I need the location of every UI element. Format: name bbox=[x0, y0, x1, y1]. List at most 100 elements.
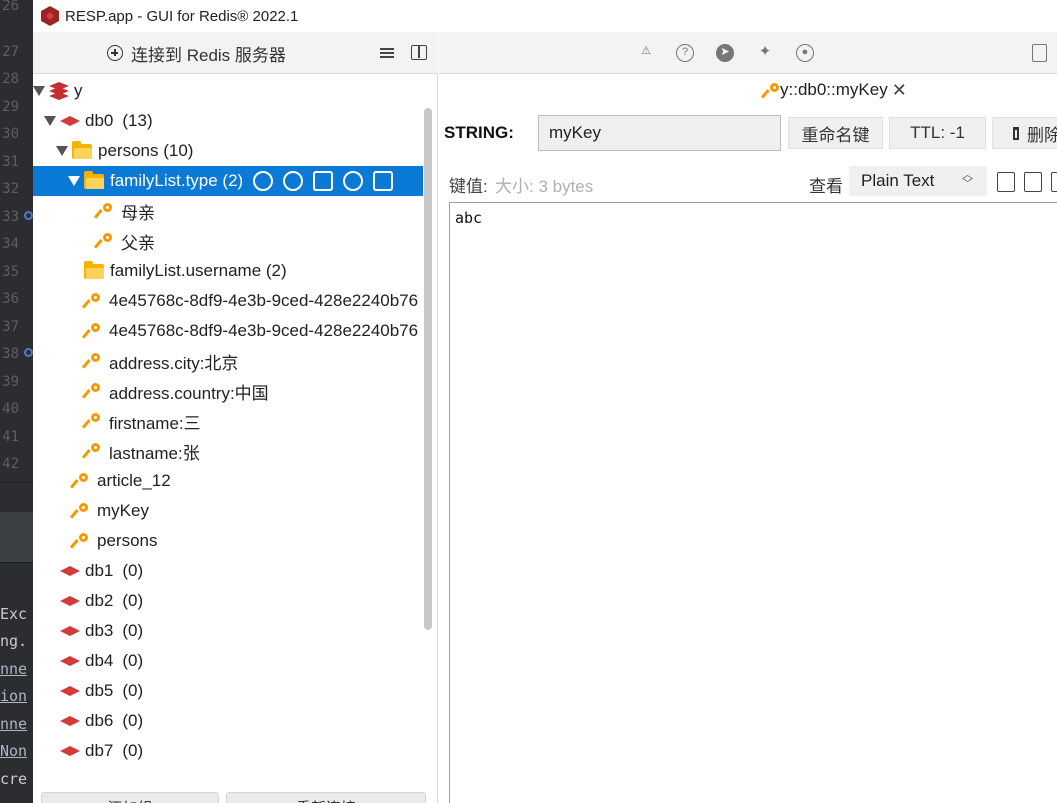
line-number: 36 bbox=[2, 291, 19, 307]
tree-db-name: db4 bbox=[85, 651, 114, 670]
tree-folder-familylist-type[interactable]: familyList.type (2) bbox=[33, 166, 423, 196]
tab-key[interactable]: y::db0::myKey ✕ bbox=[764, 75, 907, 105]
key-icon bbox=[73, 472, 91, 490]
tree-db3[interactable]: db3 (0) bbox=[33, 616, 423, 646]
tree-key-uuid[interactable]: 4e45768c-8df9-4e3b-9ced-428e2240b76 bbox=[33, 316, 423, 346]
line-number: 28 bbox=[2, 71, 19, 87]
key-icon bbox=[764, 82, 779, 98]
rename-key-button[interactable]: 重命名键 bbox=[788, 117, 883, 149]
add-group-button[interactable]: 添加组 bbox=[41, 792, 219, 803]
tree-db-count: (0) bbox=[122, 651, 144, 670]
console-line: ng. bbox=[0, 632, 28, 650]
tree-label: lastname:张 bbox=[109, 443, 200, 463]
console-link[interactable]: ion bbox=[0, 687, 27, 705]
more-actions-icon[interactable] bbox=[1051, 172, 1057, 192]
line-number: 35 bbox=[2, 264, 19, 280]
connections-panel: 连接到 Redis 服务器 y db0 (13) persons (10) fa… bbox=[33, 32, 438, 803]
trash-icon[interactable] bbox=[373, 171, 394, 191]
line-number: 42 bbox=[2, 456, 19, 472]
github-icon[interactable]: ● bbox=[796, 44, 814, 62]
panel-layout-icon[interactable] bbox=[411, 45, 427, 60]
tree-db6[interactable]: db6 (0) bbox=[33, 706, 423, 736]
warning-icon[interactable]: ⚠ bbox=[637, 44, 655, 62]
database-icon bbox=[60, 656, 80, 666]
key-icon bbox=[85, 292, 103, 310]
tree-db-count: (13) bbox=[122, 111, 153, 130]
database-icon bbox=[60, 746, 80, 756]
value-editor[interactable]: abc bbox=[449, 202, 1057, 803]
tree-key-lastname[interactable]: lastname:张 bbox=[33, 436, 423, 466]
connect-redis-label: 连接到 Redis 服务器 bbox=[131, 45, 286, 65]
line-number: 38 bbox=[2, 346, 19, 362]
list-icon[interactable] bbox=[377, 43, 397, 63]
tree-connection-y[interactable]: y bbox=[33, 76, 423, 106]
key-icon bbox=[85, 442, 103, 460]
tree-key-firstname[interactable]: firstname:三 bbox=[33, 406, 423, 436]
tree-key-article[interactable]: article_12 bbox=[33, 466, 423, 496]
database-icon bbox=[60, 566, 80, 576]
twitter-icon[interactable]: ✦ bbox=[756, 44, 774, 62]
tree-key-address-country[interactable]: address.country:中国 bbox=[33, 376, 423, 406]
line-number: 41 bbox=[2, 429, 19, 445]
tree-key-persons[interactable]: persons bbox=[33, 526, 423, 556]
bottom-toolbar: 添加组 重新连接 bbox=[41, 792, 431, 803]
tree-label: 父亲 bbox=[121, 233, 155, 253]
save-value-icon[interactable] bbox=[1024, 172, 1042, 192]
tree-db-count: (0) bbox=[122, 741, 144, 760]
tree-db5[interactable]: db5 (0) bbox=[33, 676, 423, 706]
tree-label: 4e45768c-8df9-4e3b-9ced-428e2240b76 bbox=[109, 291, 419, 310]
tree-folder-familylist-username[interactable]: familyList.username (2) bbox=[33, 256, 423, 286]
memory-analysis-icon[interactable] bbox=[343, 171, 364, 191]
reload-icon[interactable] bbox=[253, 171, 274, 191]
tree-db0[interactable]: db0 (13) bbox=[33, 106, 423, 136]
copy-value-icon[interactable] bbox=[997, 172, 1015, 192]
tree-db-count: (0) bbox=[122, 711, 144, 730]
console-link[interactable]: Non bbox=[0, 742, 27, 760]
folder-icon bbox=[84, 260, 104, 279]
line-number: 26 bbox=[2, 0, 19, 14]
console-link[interactable]: nne bbox=[0, 660, 27, 678]
telegram-icon[interactable]: ➤ bbox=[716, 44, 734, 62]
database-icon bbox=[60, 596, 80, 606]
tree-db2[interactable]: db2 (0) bbox=[33, 586, 423, 616]
tree-key-mother[interactable]: 母亲 bbox=[33, 196, 423, 226]
tree-label: address.city:北京 bbox=[109, 353, 239, 373]
close-tab-icon[interactable]: ✕ bbox=[892, 80, 907, 101]
console-link[interactable]: nne bbox=[0, 715, 27, 733]
tree-key-father[interactable]: 父亲 bbox=[33, 226, 423, 256]
window-titlebar: RESP.app - GUI for Redis® 2022.1 bbox=[33, 0, 1057, 32]
key-name-field[interactable]: myKey bbox=[538, 115, 781, 151]
tree-folder-persons[interactable]: persons (10) bbox=[33, 136, 423, 166]
tree-key-uuid[interactable]: 4e45768c-8df9-4e3b-9ced-428e2240b76 bbox=[33, 286, 423, 316]
reconnect-button[interactable]: 重新连接 bbox=[226, 792, 426, 803]
key-icon bbox=[85, 412, 103, 430]
expanded-arrow-icon bbox=[68, 176, 80, 186]
expanded-arrow-icon bbox=[44, 116, 56, 126]
tree-scrollbar[interactable] bbox=[424, 108, 432, 630]
add-key-icon[interactable] bbox=[283, 171, 304, 191]
tree-label: persons bbox=[97, 531, 158, 550]
tree-db4[interactable]: db4 (0) bbox=[33, 646, 423, 676]
tree-db1[interactable]: db1 (0) bbox=[33, 556, 423, 586]
line-number: 40 bbox=[2, 401, 19, 417]
clipboard-icon[interactable] bbox=[1032, 44, 1047, 62]
ttl-button[interactable]: TTL: -1 bbox=[889, 117, 986, 149]
tree-db-name: db7 bbox=[85, 741, 114, 760]
tree-db7[interactable]: db7 (0) bbox=[33, 736, 423, 766]
tree-db-name: db3 bbox=[85, 621, 114, 640]
connect-redis-button[interactable]: 连接到 Redis 服务器 bbox=[107, 32, 286, 74]
tree-key-address-city[interactable]: address.city:北京 bbox=[33, 346, 423, 376]
tree-label: firstname:三 bbox=[109, 413, 201, 433]
tree-label: familyList.username (2) bbox=[110, 261, 287, 280]
view-mode-select[interactable]: Plain Text ︿ ﹀ bbox=[849, 166, 987, 196]
delete-key-button[interactable]: 删除 bbox=[992, 117, 1057, 149]
database-icon bbox=[60, 686, 80, 696]
value-size: 大小: 3 bytes bbox=[495, 177, 594, 196]
window-title: RESP.app - GUI for Redis® 2022.1 bbox=[65, 7, 299, 25]
editor-toolbar: ⚠ ? ➤ ✦ ● bbox=[439, 32, 1057, 74]
line-number: 27 bbox=[2, 44, 19, 60]
copy-icon[interactable] bbox=[313, 171, 334, 191]
tab-label: y::db0::myKey bbox=[780, 80, 888, 99]
tree-key-mykey[interactable]: myKey bbox=[33, 496, 423, 526]
help-icon[interactable]: ? bbox=[676, 44, 694, 62]
